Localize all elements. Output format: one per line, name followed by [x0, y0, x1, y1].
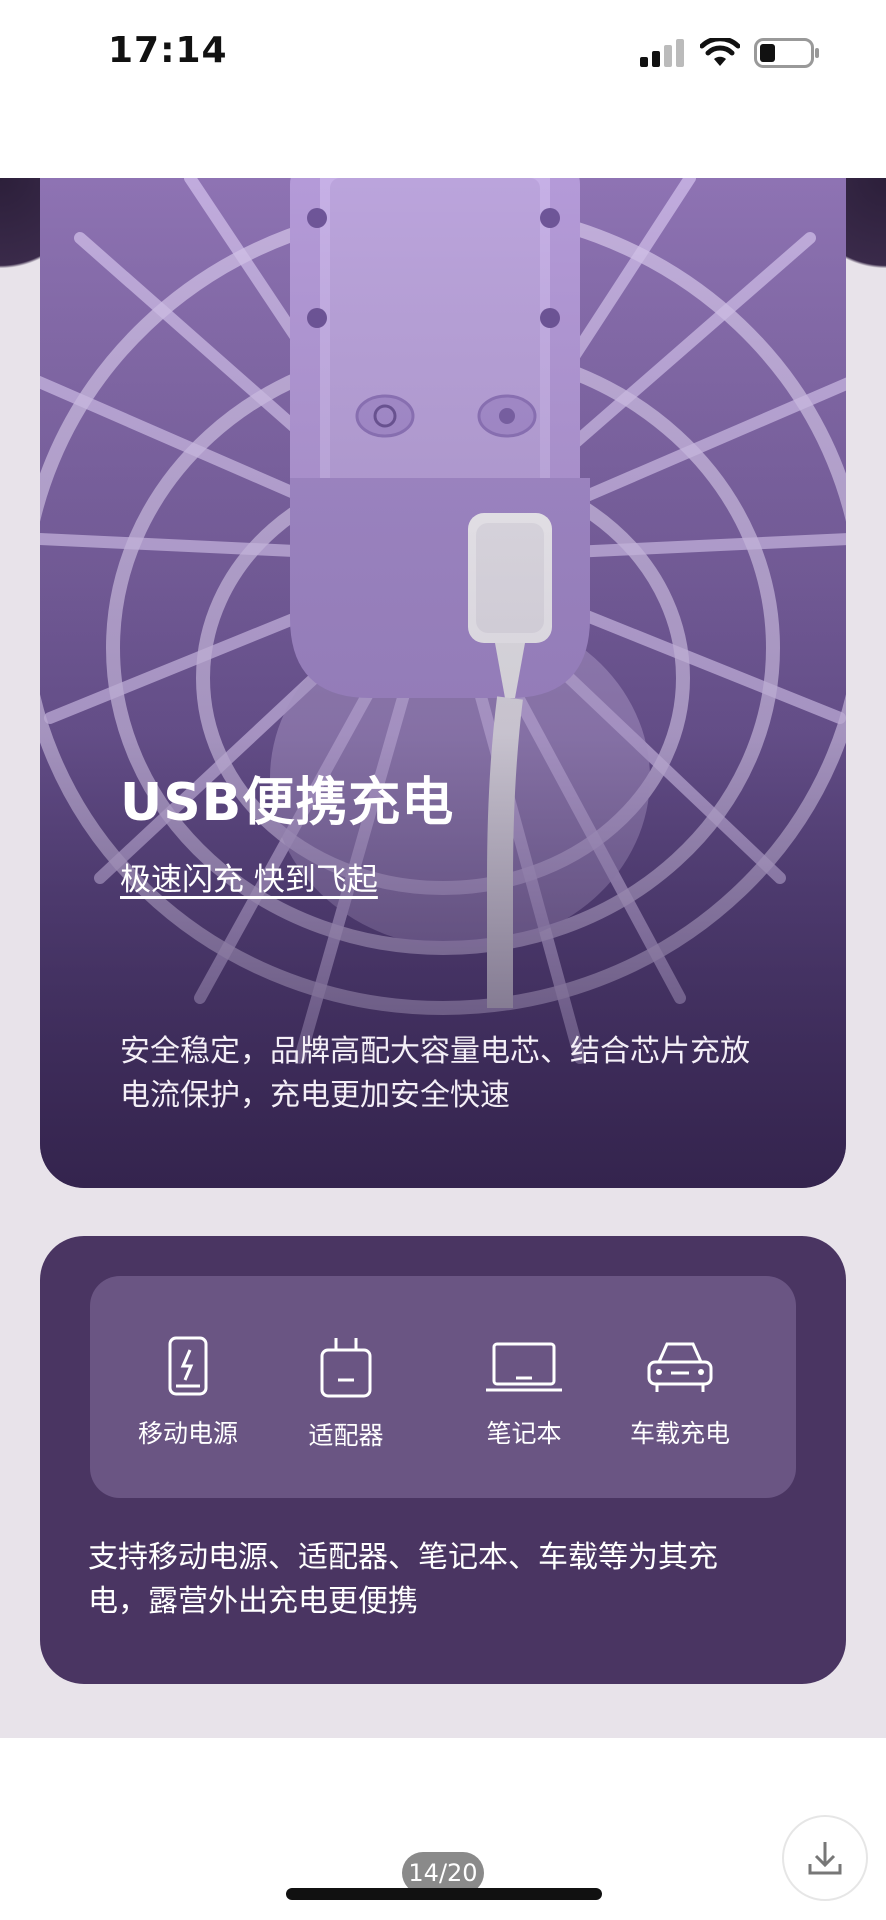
download-icon [808, 1842, 842, 1875]
product-image: USB便携充电 极速闪充 快到飞起 安全稳定，品牌高配大容量电芯、结合芯片充放电… [0, 178, 886, 1738]
image-edge-right [846, 178, 886, 318]
source-label-adapter: 适配器 [308, 1421, 384, 1450]
battery-icon [754, 38, 819, 68]
feature-description: 安全稳定，品牌高配大容量电芯、结合芯片充放电流保护，充电更加安全快速 [120, 1034, 750, 1113]
feature-subtitle: 极速闪充 快到飞起 [120, 862, 378, 898]
cellular-signal-icon [640, 39, 684, 67]
source-item-adapter: 适配器 [286, 1336, 406, 1452]
source-item-laptop: 笔记本 [464, 1336, 584, 1450]
source-item-power-bank: 移动电源 [128, 1336, 248, 1450]
source-label-car: 车载充电 [629, 1419, 730, 1448]
adapter-icon [320, 1338, 372, 1398]
car-icon [647, 1342, 713, 1392]
charging-sources-panel: 移动电源 适配器 笔记本 车载充电 [90, 1276, 796, 1498]
source-label-laptop: 笔记本 [486, 1419, 562, 1448]
charging-sources-card: 移动电源 适配器 笔记本 车载充电 支持移动电源、适配器、笔记本、车载等为其充电… [40, 1236, 846, 1684]
home-indicator[interactable] [286, 1888, 602, 1900]
status-icons [640, 36, 820, 70]
feature-card-usb: USB便携充电 极速闪充 快到飞起 安全稳定，品牌高配大容量电芯、结合芯片充放电… [40, 178, 846, 1188]
download-button[interactable] [782, 1815, 868, 1901]
wifi-icon [700, 38, 740, 66]
status-bar: 17:14 [0, 0, 886, 105]
source-label-power-bank: 移动电源 [137, 1419, 238, 1448]
status-time: 17:14 [108, 30, 228, 71]
image-edge-left [0, 178, 40, 318]
laptop-icon [486, 1342, 562, 1392]
power-bank-icon [168, 1336, 208, 1396]
feature-title: USB便携充电 [120, 773, 455, 833]
source-item-car: 车载充电 [620, 1336, 740, 1450]
charging-sources-description: 支持移动电源、适配器、笔记本、车载等为其充电，露营外出充电更便携 [88, 1540, 718, 1619]
